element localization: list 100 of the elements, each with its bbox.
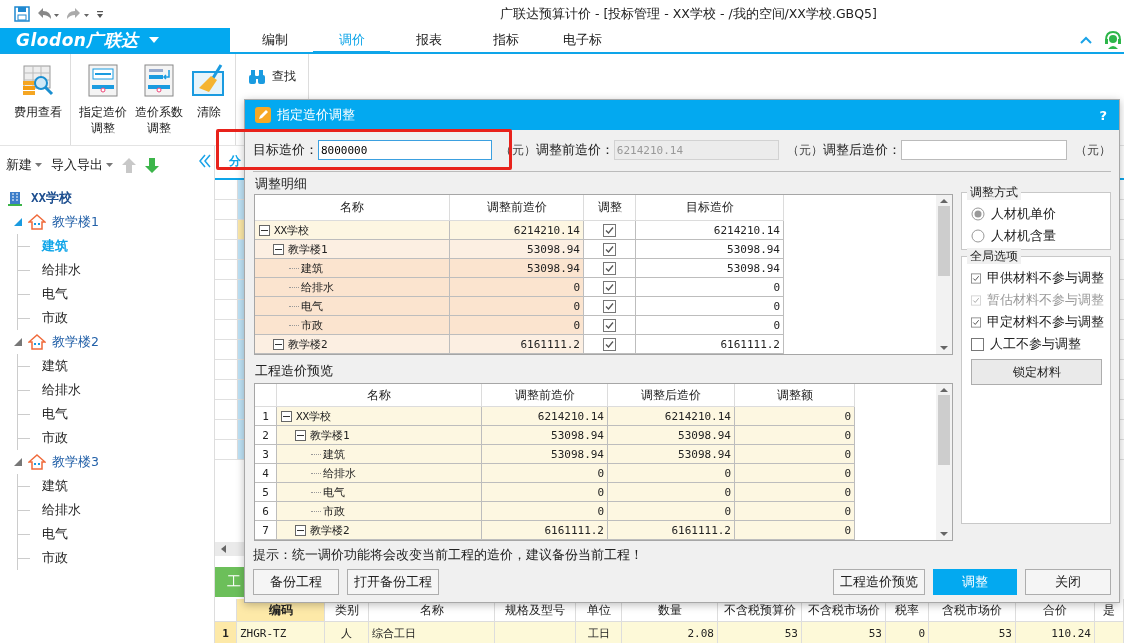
checkbox[interactable] — [603, 299, 616, 313]
table-cell: 0 — [735, 464, 855, 483]
column-header: 调整 — [584, 195, 636, 221]
table-cell: 6161111.2 — [608, 521, 735, 540]
ribbon-tab[interactable]: 编制 — [236, 28, 313, 54]
find-button[interactable]: 查找 — [242, 64, 302, 89]
tree-item[interactable]: 给排水 — [42, 501, 81, 519]
table-cell: ZHGR-TZ — [237, 622, 325, 643]
tree-item[interactable]: 电气 — [42, 285, 68, 303]
checkbox[interactable] — [603, 242, 616, 256]
ribbon-tab[interactable]: 电子标 — [544, 28, 621, 54]
vertical-scrollbar[interactable] — [936, 195, 952, 354]
dialog-button[interactable]: 备份工程 — [253, 569, 339, 595]
vertical-scrollbar[interactable] — [936, 384, 952, 540]
tree-item[interactable]: 市政 — [42, 309, 68, 327]
table-cell: 0 — [450, 278, 584, 297]
down-arrow-icon[interactable] — [145, 157, 159, 173]
expander-icon[interactable] — [14, 458, 22, 466]
tree-item[interactable]: 电气 — [42, 405, 68, 423]
table-cell: 53098.94 — [608, 445, 735, 464]
expander-icon[interactable] — [14, 218, 22, 226]
customize-icon[interactable] — [96, 9, 104, 19]
scroll-up-icon[interactable] — [939, 198, 949, 204]
table-cell: 0 — [482, 464, 608, 483]
tree-item[interactable]: 教学楼2 — [52, 333, 99, 351]
tree-item[interactable]: 教学楼3 — [52, 453, 99, 471]
import-export-menu[interactable]: 导入导出 — [51, 156, 113, 174]
scroll-down-icon[interactable] — [939, 531, 949, 537]
table-cell: 53098.94 — [482, 445, 608, 464]
checkbox[interactable] — [603, 223, 616, 237]
table-cell: 53098.94 — [636, 240, 784, 259]
table-cell: 53 — [718, 622, 802, 643]
scroll-left-icon[interactable] — [220, 543, 228, 554]
ribbon-tab[interactable]: 报表 — [390, 28, 467, 54]
dialog-button[interactable]: 关闭 — [1025, 569, 1111, 595]
scroll-up-icon[interactable] — [939, 387, 949, 393]
ribbon-tool-button[interactable]: 指定造价 调整 — [77, 62, 129, 138]
option-label[interactable]: 人材机含量 — [991, 227, 1056, 245]
save-icon[interactable] — [14, 6, 30, 22]
table-cell: 6161111.2 — [636, 335, 784, 354]
tree-item[interactable]: 电气 — [42, 525, 68, 543]
ribbon-tool-button[interactable]: 造价系数 调整 — [133, 62, 185, 138]
table-cell: 0 — [735, 521, 855, 540]
checkbox[interactable] — [603, 261, 616, 275]
tree-item[interactable]: 教学楼1 — [52, 213, 99, 231]
column-header: 目标造价 — [636, 195, 784, 221]
dialog-button[interactable]: 工程造价预览 — [833, 569, 925, 595]
new-menu[interactable]: 新建 — [6, 156, 42, 174]
checkbox[interactable] — [971, 337, 984, 351]
tree-item[interactable]: 给排水 — [42, 261, 81, 279]
tree-item[interactable]: 市政 — [42, 429, 68, 447]
ribbon-tab[interactable]: 指标 — [467, 28, 544, 54]
chevron-up-icon[interactable] — [1080, 36, 1092, 44]
checkbox[interactable] — [603, 280, 616, 294]
field-label: 调整前造价： — [535, 141, 614, 159]
tree-cell: 电气 — [323, 484, 345, 500]
radio-button[interactable] — [971, 207, 985, 221]
option-label[interactable]: 人工不参与调整 — [990, 335, 1081, 353]
ribbon-tool-button[interactable]: 清除 — [189, 62, 229, 122]
redo-icon[interactable] — [66, 7, 90, 21]
dialog-button[interactable]: 打开备份工程 — [347, 569, 439, 595]
option-label[interactable]: 甲供材料不参与调整 — [987, 269, 1104, 287]
table-cell: 0 — [608, 483, 735, 502]
collapse-icon[interactable] — [281, 410, 292, 422]
table-cell: 53098.94 — [608, 426, 735, 445]
table-cell: 0 — [450, 297, 584, 316]
checkbox[interactable] — [603, 318, 616, 332]
double-chevron-icon[interactable] — [198, 154, 212, 168]
radio-button[interactable] — [971, 229, 985, 243]
window-title: 广联达预算计价 - [投标管理 - XX学校 - /我的空间/XX学校.GBQ5] — [500, 5, 877, 23]
table-cell: 6214210.14 — [482, 407, 608, 426]
collapse-icon[interactable] — [295, 429, 306, 441]
tree-item[interactable]: XX学校 — [0, 186, 214, 210]
scroll-down-icon[interactable] — [939, 345, 949, 351]
tree-cell: XX学校 — [274, 222, 310, 238]
tree-item[interactable]: 给排水 — [42, 381, 81, 399]
expander-icon[interactable] — [14, 338, 22, 346]
tree-cell: 建筑 — [323, 446, 345, 462]
table-cell: 0 — [608, 502, 735, 521]
table-cell: 0 — [450, 316, 584, 335]
price-input[interactable]: 8000000 — [318, 140, 492, 160]
collapse-icon[interactable] — [259, 224, 270, 236]
collapse-icon[interactable] — [295, 524, 306, 536]
table-cell: 0 — [482, 502, 608, 521]
ribbon-tool-button[interactable]: 费用查看 — [12, 62, 64, 122]
headset-icon[interactable] — [1104, 30, 1122, 50]
checkbox[interactable] — [971, 271, 981, 285]
option-label[interactable]: 甲定材料不参与调整 — [987, 313, 1104, 331]
price-input[interactable] — [901, 140, 1067, 160]
tree-item[interactable]: 市政 — [42, 549, 68, 567]
lock-materials-button[interactable]: 锁定材料 — [971, 359, 1102, 385]
undo-icon[interactable] — [36, 7, 60, 21]
checkbox[interactable] — [603, 337, 616, 351]
option-label[interactable]: 人材机单价 — [991, 205, 1056, 223]
checkbox[interactable] — [971, 315, 981, 329]
collapse-icon[interactable] — [273, 243, 284, 255]
tree-item[interactable]: 建筑 — [42, 357, 68, 375]
caret-icon — [35, 163, 42, 167]
collapse-icon[interactable] — [273, 338, 284, 350]
tree-item[interactable]: 建筑 — [42, 477, 68, 495]
